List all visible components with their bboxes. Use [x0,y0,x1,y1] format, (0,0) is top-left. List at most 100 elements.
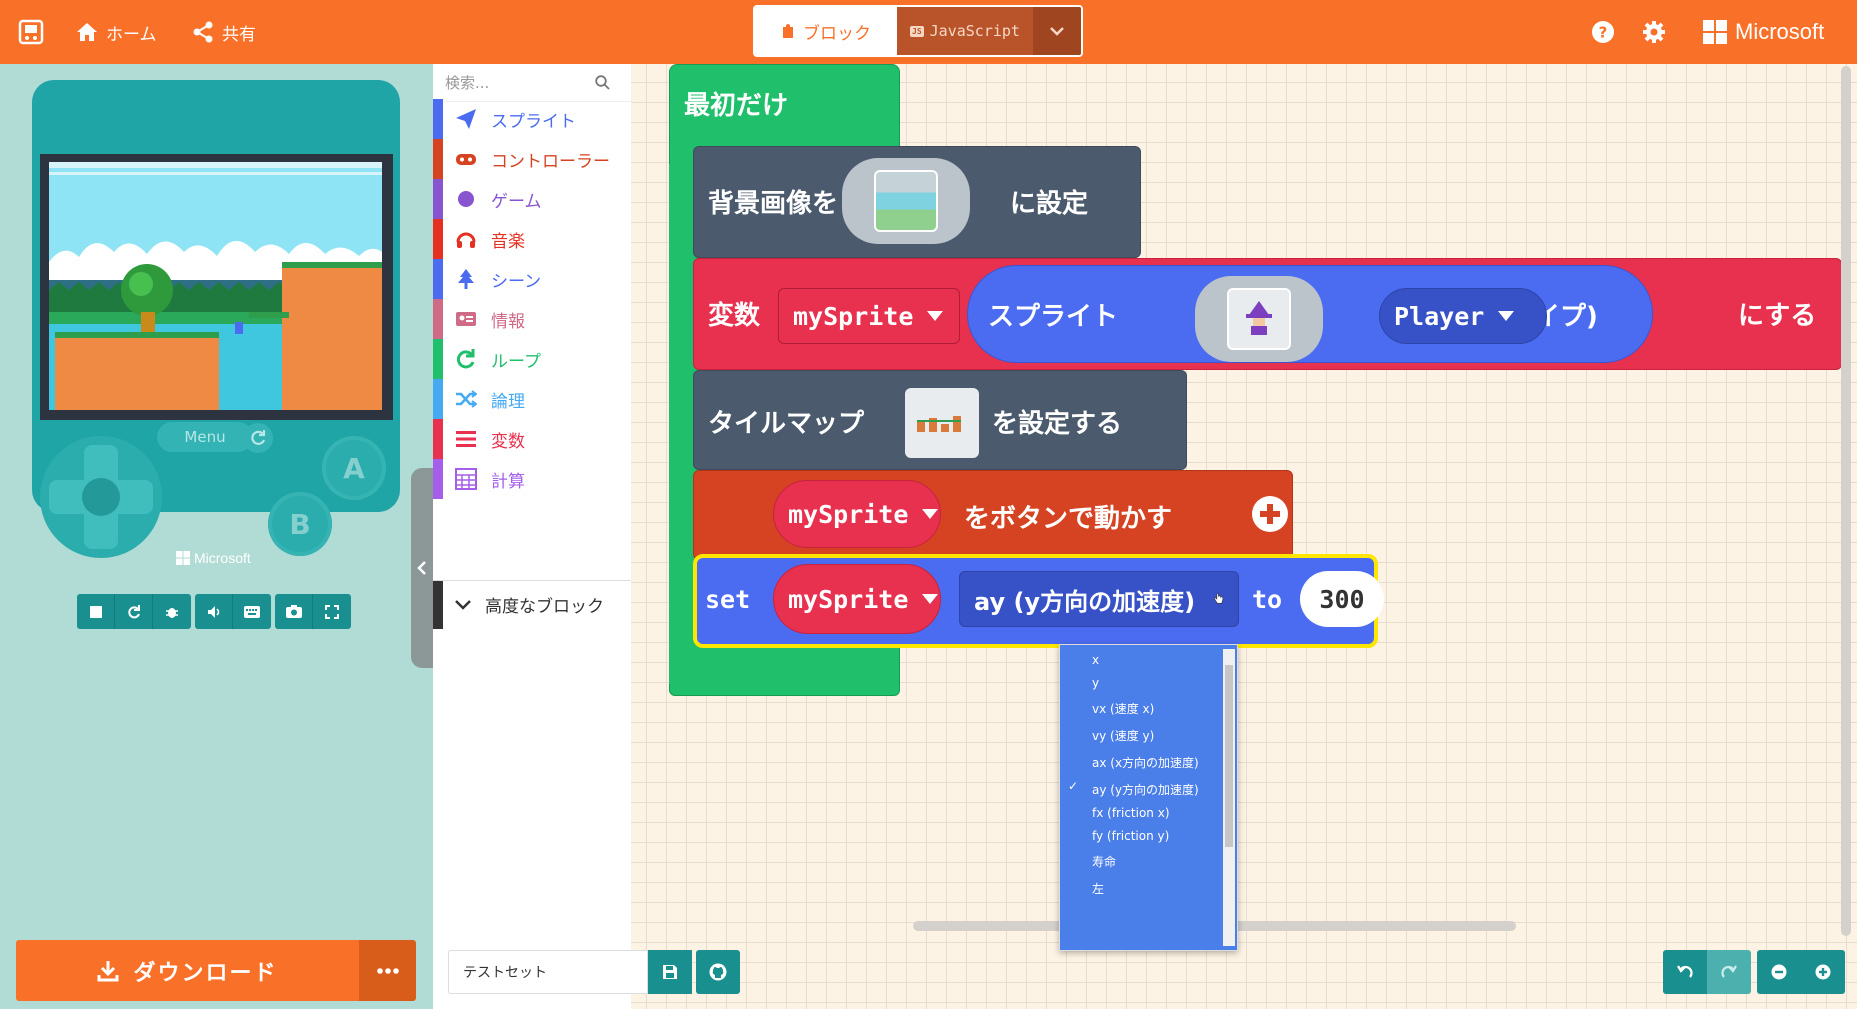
share-icon [193,21,213,43]
js-file-icon: JS [910,25,924,37]
console-brand: Microsoft [176,550,251,566]
tab-javascript-label: JavaScript [929,22,1020,40]
mute-button[interactable] [195,594,233,629]
set-background-post: に設定 [1010,189,1089,219]
keyboard-button[interactable] [233,594,271,629]
toolbox-search-input[interactable] [445,73,595,92]
add-parameter-button[interactable] [1250,494,1290,534]
variable-dropdown-value: mySprite [793,301,914,331]
a-button[interactable]: A [322,436,386,500]
home-button[interactable]: ホーム [76,0,157,64]
zoom-out-button[interactable] [1757,950,1801,994]
caret-down-icon [927,311,944,321]
save-project-button[interactable] [648,950,692,994]
toolbox-category-1[interactable]: コントローラー [433,139,631,179]
category-color-bar [433,99,443,139]
dropdown-option-5[interactable]: ay (y方向の加速度) [1092,781,1199,798]
b-button[interactable]: B [268,492,332,556]
tab-javascript[interactable]: JS JavaScript [897,7,1033,55]
download-button[interactable]: ダウンロード [16,940,359,1001]
language-menu-button[interactable] [1033,7,1081,55]
category-label: 論理 [491,391,525,412]
dropdown-option-4[interactable]: ax (x方向の加速度) [1092,754,1199,771]
workspace-vertical-scrollbar[interactable] [1841,66,1851,936]
sim-group-capture [275,594,351,629]
arcade-logo[interactable] [18,0,44,64]
undo-button[interactable] [1663,950,1707,994]
set-tilemap-post: を設定する [992,409,1123,439]
chevron-down-icon [455,599,471,610]
console-reset-button[interactable] [243,423,273,453]
toolbox-category-3[interactable]: 音楽 [433,219,631,259]
chevron-left-icon [417,561,426,575]
property-dropdown-menu: x y vx (速度 x) vy (速度 y) ax (x方向の加速度) ✓ ay (y方向… [1059,644,1238,951]
dropdown-option-3[interactable]: vy (速度 y) [1092,727,1154,744]
github-button[interactable] [696,950,740,994]
dropdown-option-2[interactable]: vx (速度 x) [1092,700,1154,717]
tab-blocks[interactable]: ブロック [755,7,897,55]
move-sprite-dropdown[interactable]: mySprite [773,480,941,548]
menu-button[interactable]: Menu [157,422,253,452]
dpad-center [82,478,120,516]
refresh-icon [127,604,140,618]
toolbox-category-0[interactable]: スプライト [433,99,631,139]
menu-label: Menu [184,428,226,446]
category-color-bar [433,379,443,419]
fullscreen-button[interactable] [313,594,351,629]
collapse-simulator-button[interactable] [411,468,433,668]
category-label: 計算 [491,471,525,492]
tilemap-thumbnail [917,416,961,432]
stop-button[interactable] [77,594,115,629]
sprite-property-value: ay (y方向の加速度) [974,587,1196,616]
sim-group-audio [195,594,271,629]
dropdown-option-6[interactable]: fx (friction x) [1092,806,1170,820]
background-thumbnail [874,170,938,232]
toolbox-category-2[interactable]: ゲーム [433,179,631,219]
redo-button[interactable] [1707,950,1751,994]
dropdown-option-7[interactable]: fy (friction y) [1092,829,1169,843]
toolbox-category-4[interactable]: シーン [433,259,631,299]
category-label: コントローラー [491,151,610,172]
share-label: 共有 [222,24,256,45]
share-button[interactable]: 共有 [192,0,256,64]
toolbox-category-6[interactable]: ループ [433,339,631,379]
toolbox-category-7[interactable]: 論理 [433,379,631,419]
create-sprite-label: スプライト [988,302,1119,332]
property-sprite-dropdown[interactable]: mySprite [773,564,941,634]
download-label: ダウンロード [133,960,278,986]
dropdown-option-8[interactable]: 寿命 [1092,853,1116,870]
debug-button[interactable] [153,594,191,629]
microsoft-logo[interactable]: Microsoft [1703,0,1824,64]
variable-dropdown[interactable]: mySprite [778,288,960,344]
toolbox-category-8[interactable]: 変数 [433,419,631,459]
dropdown-scrollbar-thumb[interactable] [1225,665,1233,847]
headphones-icon [455,228,477,250]
zoom-in-button[interactable] [1801,950,1845,994]
download-more-button[interactable] [359,940,416,1001]
toolbox-advanced-toggle[interactable]: 高度なブロック [433,580,631,629]
settings-button[interactable] [1642,0,1666,64]
toolbox-category-5[interactable]: 情報 [433,299,631,339]
restart-button[interactable] [115,594,153,629]
calculator-icon [455,468,477,490]
screenshot-button[interactable] [275,594,313,629]
game-screen[interactable] [49,162,382,410]
background-image-picker[interactable] [842,158,970,244]
sprite-kind-value: Player [1394,301,1485,331]
block-workspace[interactable]: 最初だけ 背景画像を に設定 変数 にする を mySprite スプライト (… [631,64,1857,1009]
help-button[interactable]: ? [1591,0,1615,64]
dropdown-option-0[interactable]: x [1092,653,1099,667]
dropdown-option-9[interactable]: 左 [1092,880,1104,897]
sprite-kind-dropdown[interactable]: Player [1379,288,1547,344]
svg-text:?: ? [1599,24,1608,42]
property-value-input[interactable]: 300 [1300,571,1384,627]
sprite-property-dropdown[interactable]: ay (y方向の加速度) [959,571,1239,627]
sprite-image-picker[interactable] [1195,276,1323,362]
dropdown-option-1[interactable]: y [1092,676,1099,690]
search-icon[interactable] [595,75,610,90]
project-name-input[interactable] [448,950,648,994]
toolbox-category-9[interactable]: 計算 [433,459,631,499]
tilemap-picker[interactable] [905,388,979,458]
list-icon [455,428,477,450]
move-sprite-value: mySprite [788,499,909,529]
